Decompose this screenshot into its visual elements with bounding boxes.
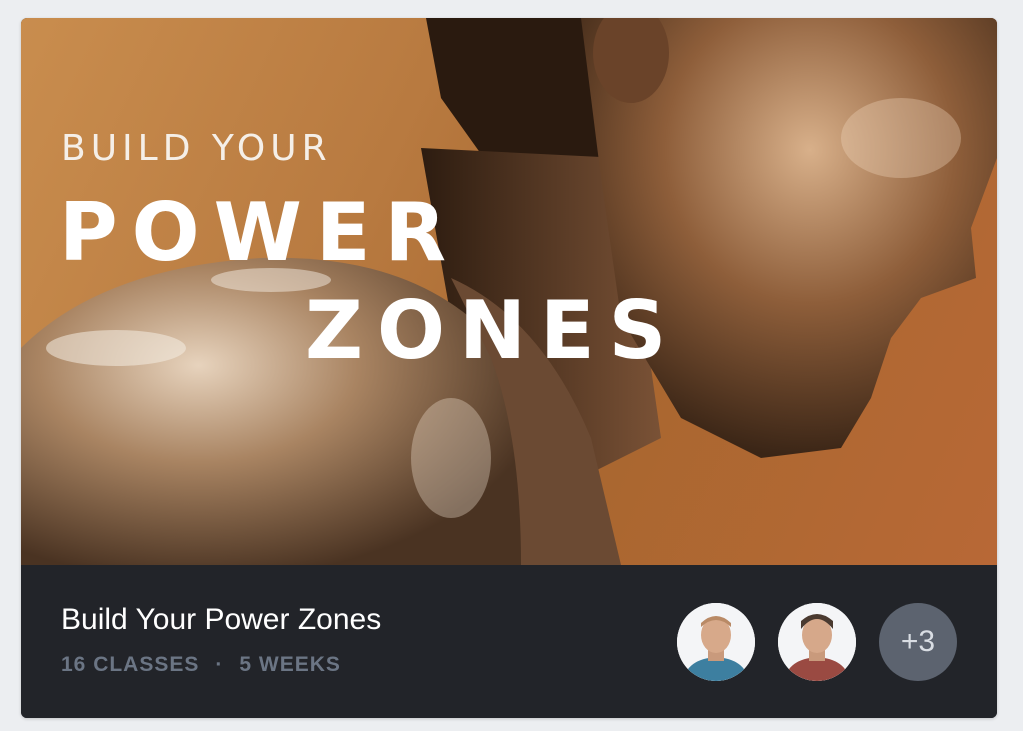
hero-image: BUILD YOUR POWER ZONES xyxy=(21,18,997,565)
more-instructors-badge[interactable]: +3 xyxy=(879,603,957,681)
week-count: 5 WEEKS xyxy=(239,653,341,676)
program-card[interactable]: BUILD YOUR POWER ZONES Build Your Power … xyxy=(21,18,997,718)
instructor-avatars: +3 xyxy=(677,603,957,681)
program-meta: 16 CLASSES · 5 WEEKS xyxy=(61,653,341,677)
program-title[interactable]: Build Your Power Zones xyxy=(61,603,381,637)
meta-separator: · xyxy=(215,653,224,676)
instructor-avatar[interactable] xyxy=(778,603,856,681)
avatar-portrait-icon xyxy=(778,603,856,681)
card-footer: Build Your Power Zones 16 CLASSES · 5 WE… xyxy=(21,565,997,718)
avatar-portrait-icon xyxy=(677,603,755,681)
hero-title-line2: ZONES xyxy=(305,284,681,377)
instructor-avatar[interactable] xyxy=(677,603,755,681)
hero-kicker-text: BUILD YOUR xyxy=(61,128,332,169)
class-count: 16 CLASSES xyxy=(61,653,200,676)
hero-title-line1: POWER xyxy=(59,186,461,279)
